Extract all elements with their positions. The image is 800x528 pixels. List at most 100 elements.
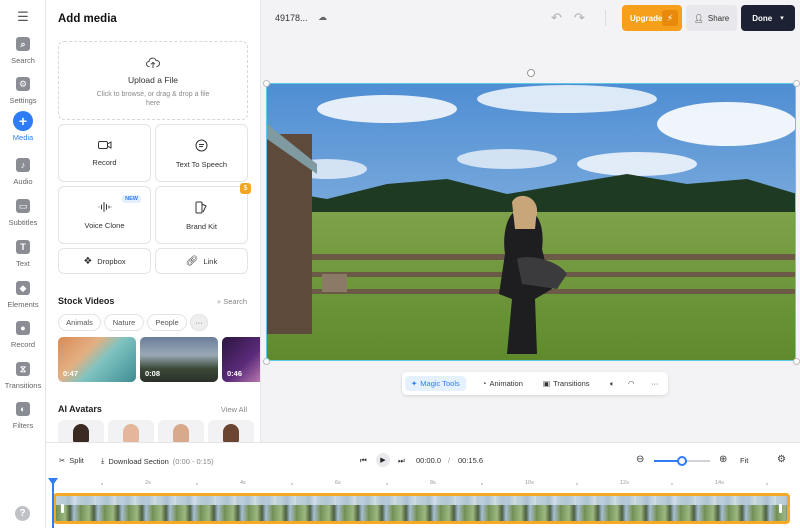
search-icon: ⌕: [216, 297, 222, 306]
zoom-out-icon[interactable]: ⊖: [636, 454, 644, 465]
ruler-dot: [195, 483, 198, 485]
ruler-tick-label: 10s: [525, 480, 534, 486]
music-note-icon: ♪: [16, 158, 30, 172]
stock-thumb[interactable]: 0:08: [140, 337, 218, 382]
done-label: Done: [752, 13, 773, 23]
rail-item-filters[interactable]: ◐ Filters: [0, 398, 46, 436]
zoom-slider-knob[interactable]: [677, 456, 687, 466]
avatar[interactable]: [108, 420, 154, 442]
resize-handle[interactable]: [793, 358, 800, 365]
rail-label: Elements: [7, 300, 39, 309]
rail-item-subtitles[interactable]: ▭ Subtitles: [0, 195, 46, 233]
video-camera-icon: [59, 139, 150, 153]
skip-forward-icon[interactable]: ⏭︎: [398, 456, 405, 466]
undo-icon[interactable]: ↶: [551, 10, 562, 26]
share-button[interactable]: 👤︎ Share: [686, 5, 737, 31]
video-preview[interactable]: [266, 83, 796, 361]
done-button[interactable]: Done ▾: [741, 5, 795, 31]
download-section-button[interactable]: ⤓ Download Section (0:00 - 0:15): [101, 456, 214, 466]
rail-item-audio[interactable]: ♪ Audio: [0, 154, 46, 192]
video-toolbar: ✦ Magic Tools ◔ Animation ▣ Transitions …: [402, 372, 668, 395]
panel-title: Add media: [58, 13, 117, 25]
resize-handle[interactable]: [263, 80, 270, 87]
rail-label: Subtitles: [8, 218, 38, 227]
video-clip-track[interactable]: [53, 493, 790, 524]
playhead[interactable]: [48, 478, 58, 528]
thumb-duration: 0:08: [145, 369, 161, 378]
brand-kit-card[interactable]: $ Brand Kit: [155, 183, 251, 244]
rail-item-transitions[interactable]: ⧖ Transitions: [0, 358, 46, 396]
voice-clone-card[interactable]: NEW Voice Clone: [58, 186, 151, 244]
ai-avatars-title: AI Avatars: [58, 404, 102, 414]
gear-icon[interactable]: ⚙: [777, 454, 786, 465]
cloud-saved-icon: ☁︎: [318, 12, 327, 22]
upload-cloud-icon: [59, 56, 247, 72]
brand-kit-icon: [156, 201, 247, 217]
avatar[interactable]: [208, 420, 254, 442]
upload-hint: Click to browse, or drag & drop a file h…: [96, 91, 210, 107]
upload-dropzone[interactable]: Upload a File Click to browse, or drag &…: [58, 41, 248, 120]
download-label: Download Section: [108, 456, 169, 466]
menu-icon[interactable]: ☰: [14, 9, 32, 24]
divider: [605, 10, 606, 26]
resize-handle[interactable]: [793, 80, 800, 87]
rail-item-text[interactable]: T Text: [0, 236, 46, 274]
current-time: 00:00.0: [416, 456, 442, 465]
animation-label: Animation: [489, 379, 523, 388]
rail-item-media[interactable]: + Media: [0, 111, 46, 149]
project-name[interactable]: 49178...: [275, 13, 308, 23]
magic-tools-button[interactable]: ✦ Magic Tools: [405, 376, 466, 391]
stock-thumb[interactable]: 0:47: [58, 337, 136, 382]
new-badge: NEW: [122, 195, 141, 203]
fit-button[interactable]: Fit: [740, 456, 748, 465]
download-icon: ⤓: [101, 456, 105, 465]
skip-back-icon[interactable]: ⏮︎: [360, 456, 367, 466]
volume-icon[interactable]: 🔈︎: [610, 376, 615, 391]
stock-search-link[interactable]: ⌕ Search: [217, 297, 247, 307]
stock-thumb[interactable]: 0:46: [222, 337, 260, 382]
more-chips-button[interactable]: ···: [190, 314, 208, 331]
chip-people[interactable]: People: [147, 314, 187, 331]
link-button[interactable]: 🔗︎ Link: [155, 248, 248, 274]
chip-animals[interactable]: Animals: [58, 314, 101, 331]
ruler-dot: [575, 483, 578, 485]
upgrade-label: Upgrade: [630, 13, 663, 23]
play-button[interactable]: ▶: [376, 453, 390, 467]
more-options-button[interactable]: ···: [651, 376, 659, 391]
chip-nature[interactable]: Nature: [104, 314, 144, 331]
rotate-handle[interactable]: [527, 69, 535, 77]
zoom-slider[interactable]: [654, 456, 710, 466]
dropbox-icon: ❖: [83, 255, 93, 267]
rail-item-settings[interactable]: ⚙ Settings: [0, 73, 46, 111]
link-icon: 🔗︎: [185, 255, 199, 267]
rail-item-record[interactable]: ● Record: [0, 317, 46, 355]
stock-videos-title: Stock Videos: [58, 296, 115, 306]
text-to-speech-card[interactable]: Text To Speech: [155, 124, 248, 182]
link-label: Link: [203, 256, 218, 266]
transitions-button[interactable]: ▣ Transitions: [543, 376, 590, 391]
upgrade-button[interactable]: Upgrade ⚡︎: [622, 5, 682, 31]
card-label: Brand Kit: [186, 222, 217, 231]
ruler-tick-label: 12s: [620, 480, 629, 486]
trim-handle-left[interactable]: [61, 504, 64, 513]
trim-handle-right[interactable]: [779, 504, 782, 513]
split-button[interactable]: ✂︎ Split: [59, 456, 84, 465]
record-card[interactable]: Record: [58, 124, 151, 182]
rail-label: Settings: [9, 96, 37, 105]
help-icon[interactable]: ?: [15, 506, 30, 521]
dropbox-button[interactable]: ❖ Dropbox: [58, 248, 151, 274]
speed-icon[interactable]: ◠: [628, 376, 635, 391]
avatar[interactable]: [158, 420, 204, 442]
rail-item-search[interactable]: ⌕ Search: [0, 33, 46, 71]
avatar[interactable]: [58, 420, 104, 442]
rail-item-elements[interactable]: ◆ Elements: [0, 277, 46, 315]
redo-icon[interactable]: ↷: [574, 10, 585, 26]
resize-handle[interactable]: [263, 358, 270, 365]
premium-badge: $: [240, 183, 251, 194]
filters-icon: ◐: [16, 402, 30, 416]
animation-button[interactable]: ◔ Animation: [482, 376, 523, 391]
rail-label: Transitions: [4, 381, 42, 390]
plus-icon: +: [13, 111, 33, 131]
view-all-link[interactable]: View All: [221, 405, 247, 414]
zoom-in-icon[interactable]: ⊕: [719, 454, 727, 465]
